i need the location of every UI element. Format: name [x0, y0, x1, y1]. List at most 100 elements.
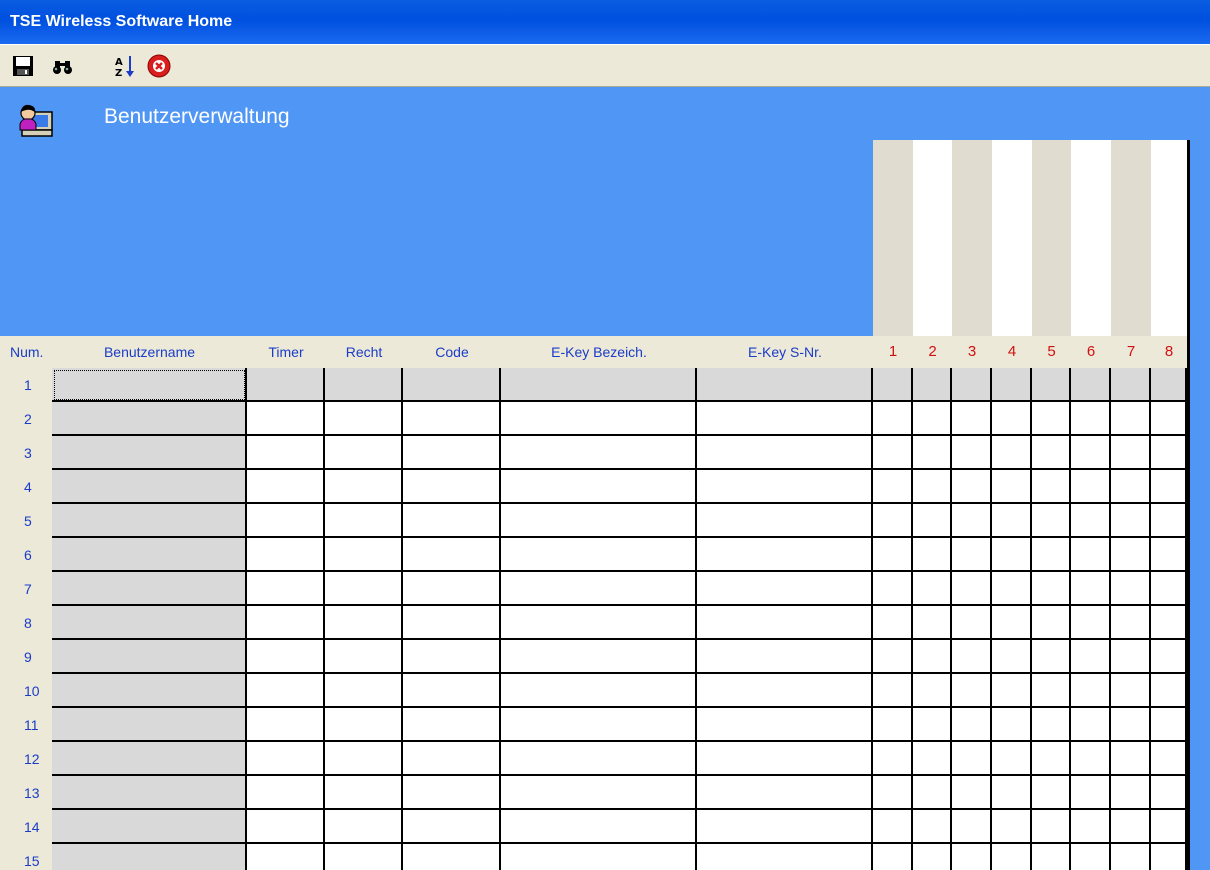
- cell-channel-7[interactable]: [1111, 572, 1151, 606]
- cell-channel-3[interactable]: [952, 402, 992, 436]
- save-button[interactable]: [10, 53, 36, 79]
- cell-code[interactable]: [403, 368, 501, 402]
- cell-recht[interactable]: [325, 402, 403, 436]
- cell-channel-2[interactable]: [913, 776, 952, 810]
- cell-channel-6[interactable]: [1071, 436, 1111, 470]
- cell-channel-4[interactable]: [992, 504, 1032, 538]
- cell-channel-1[interactable]: [873, 572, 913, 606]
- cell-channel-7[interactable]: [1111, 504, 1151, 538]
- cell-ekey-bezeich[interactable]: [501, 708, 697, 742]
- cell-channel-5[interactable]: [1032, 436, 1071, 470]
- cell-channel-7[interactable]: [1111, 810, 1151, 844]
- cell-ekey-bezeich[interactable]: [501, 504, 697, 538]
- cell-timer[interactable]: [247, 504, 325, 538]
- cell-channel-3[interactable]: [952, 776, 992, 810]
- cell-recht[interactable]: [325, 606, 403, 640]
- cell-recht[interactable]: [325, 674, 403, 708]
- cell-ekey-bezeich[interactable]: [501, 606, 697, 640]
- cell-code[interactable]: [403, 572, 501, 606]
- cell-code[interactable]: [403, 606, 501, 640]
- cell-code[interactable]: [403, 640, 501, 674]
- cell-timer[interactable]: [247, 572, 325, 606]
- cell-channel-1[interactable]: [873, 538, 913, 572]
- cell-channel-4[interactable]: [992, 708, 1032, 742]
- cell-channel-1[interactable]: [873, 674, 913, 708]
- cell-recht[interactable]: [325, 810, 403, 844]
- cell-channel-7[interactable]: [1111, 436, 1151, 470]
- cell-channel-6[interactable]: [1071, 776, 1111, 810]
- cell-channel-2[interactable]: [913, 674, 952, 708]
- cell-ekey-bezeich[interactable]: [501, 742, 697, 776]
- cell-channel-6[interactable]: [1071, 742, 1111, 776]
- cell-channel-5[interactable]: [1032, 606, 1071, 640]
- cell-channel-5[interactable]: [1032, 844, 1071, 870]
- cell-recht[interactable]: [325, 572, 403, 606]
- cell-ekey-bezeich[interactable]: [501, 776, 697, 810]
- cell-channel-6[interactable]: [1071, 606, 1111, 640]
- cell-timer[interactable]: [247, 810, 325, 844]
- cell-ekey-snr[interactable]: [697, 538, 873, 572]
- cell-benutzername[interactable]: [52, 538, 247, 572]
- cell-timer[interactable]: [247, 708, 325, 742]
- cell-channel-6[interactable]: [1071, 708, 1111, 742]
- cell-benutzername[interactable]: [52, 674, 247, 708]
- cell-benutzername[interactable]: [52, 844, 247, 870]
- cell-channel-3[interactable]: [952, 708, 992, 742]
- cell-channel-8[interactable]: [1151, 606, 1187, 640]
- cell-ekey-snr[interactable]: [697, 742, 873, 776]
- cell-timer[interactable]: [247, 844, 325, 870]
- cell-ekey-bezeich[interactable]: [501, 402, 697, 436]
- cell-channel-1[interactable]: [873, 504, 913, 538]
- cell-channel-5[interactable]: [1032, 810, 1071, 844]
- cell-code[interactable]: [403, 708, 501, 742]
- cell-channel-3[interactable]: [952, 674, 992, 708]
- cell-channel-7[interactable]: [1111, 742, 1151, 776]
- cell-channel-3[interactable]: [952, 844, 992, 870]
- cell-timer[interactable]: [247, 606, 325, 640]
- cell-channel-4[interactable]: [992, 436, 1032, 470]
- cell-timer[interactable]: [247, 368, 325, 402]
- cell-timer[interactable]: [247, 776, 325, 810]
- cell-channel-2[interactable]: [913, 844, 952, 870]
- cell-ekey-bezeich[interactable]: [501, 572, 697, 606]
- cell-channel-4[interactable]: [992, 538, 1032, 572]
- cell-benutzername[interactable]: [52, 742, 247, 776]
- cell-benutzername[interactable]: [52, 606, 247, 640]
- cell-code[interactable]: [403, 402, 501, 436]
- cell-channel-4[interactable]: [992, 810, 1032, 844]
- cell-channel-1[interactable]: [873, 470, 913, 504]
- cell-ekey-bezeich[interactable]: [501, 538, 697, 572]
- cell-recht[interactable]: [325, 742, 403, 776]
- cell-channel-6[interactable]: [1071, 470, 1111, 504]
- cell-channel-1[interactable]: [873, 742, 913, 776]
- cell-channel-4[interactable]: [992, 606, 1032, 640]
- cell-benutzername[interactable]: [52, 402, 247, 436]
- cell-recht[interactable]: [325, 538, 403, 572]
- cell-channel-4[interactable]: [992, 674, 1032, 708]
- cell-channel-1[interactable]: [873, 606, 913, 640]
- cell-code[interactable]: [403, 810, 501, 844]
- cell-channel-7[interactable]: [1111, 674, 1151, 708]
- cell-ekey-snr[interactable]: [697, 504, 873, 538]
- cell-channel-2[interactable]: [913, 470, 952, 504]
- cell-channel-4[interactable]: [992, 402, 1032, 436]
- cell-benutzername[interactable]: [52, 810, 247, 844]
- cell-channel-8[interactable]: [1151, 436, 1187, 470]
- cell-ekey-snr[interactable]: [697, 708, 873, 742]
- cell-recht[interactable]: [325, 368, 403, 402]
- cell-channel-7[interactable]: [1111, 538, 1151, 572]
- cell-ekey-snr[interactable]: [697, 368, 873, 402]
- cell-channel-5[interactable]: [1032, 504, 1071, 538]
- cell-channel-3[interactable]: [952, 572, 992, 606]
- cell-channel-2[interactable]: [913, 572, 952, 606]
- cell-recht[interactable]: [325, 470, 403, 504]
- cell-channel-8[interactable]: [1151, 844, 1187, 870]
- cell-channel-6[interactable]: [1071, 572, 1111, 606]
- cell-benutzername[interactable]: [52, 504, 247, 538]
- cell-channel-5[interactable]: [1032, 742, 1071, 776]
- cell-channel-6[interactable]: [1071, 674, 1111, 708]
- cell-recht[interactable]: [325, 844, 403, 870]
- cell-channel-6[interactable]: [1071, 844, 1111, 870]
- cell-channel-4[interactable]: [992, 742, 1032, 776]
- cell-channel-4[interactable]: [992, 776, 1032, 810]
